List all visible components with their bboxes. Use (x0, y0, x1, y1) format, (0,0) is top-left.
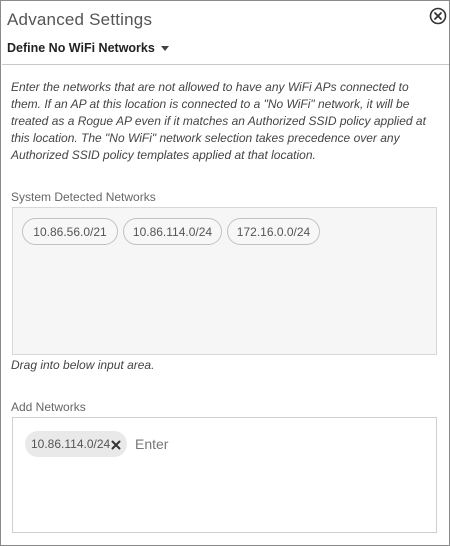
system-detected-label: System Detected Networks (11, 190, 156, 204)
remove-chip-icon[interactable] (111, 439, 121, 450)
description-text: Enter the networks that are not allowed … (11, 80, 426, 162)
dropdown-label: Define No WiFi Networks (7, 41, 155, 55)
network-chip-label: 172.16.0.0/24 (236, 224, 311, 239)
add-networks-label: Add Networks (11, 400, 86, 414)
drag-hint: Drag into below input area. (11, 358, 155, 372)
system-detected-networks-area: 10.86.56.0/21 10.86.114.0/24 172.16.0.0/… (12, 207, 437, 355)
added-network-chip: 10.86.114.0/24 (25, 431, 127, 457)
added-network-chip-label: 10.86.114.0/24 (31, 437, 111, 451)
network-chip-label: 10.86.56.0/21 (33, 224, 107, 239)
advanced-settings-panel: Advanced Settings Define No WiFi Network… (0, 0, 450, 546)
network-chip[interactable]: 10.86.56.0/21 (22, 218, 118, 245)
add-networks-input-area[interactable]: 10.86.114.0/24 (12, 417, 437, 533)
network-chip-label: 10.86.114.0/24 (132, 224, 213, 239)
close-icon[interactable] (429, 7, 447, 25)
define-no-wifi-dropdown[interactable]: Define No WiFi Networks (7, 41, 169, 55)
network-chip[interactable]: 172.16.0.0/24 (227, 218, 320, 245)
network-chip[interactable]: 10.86.114.0/24 (123, 218, 222, 245)
header-divider (2, 64, 449, 65)
network-entry-input[interactable] (135, 432, 425, 456)
panel-title: Advanced Settings (7, 10, 153, 29)
caret-down-icon (160, 45, 169, 51)
